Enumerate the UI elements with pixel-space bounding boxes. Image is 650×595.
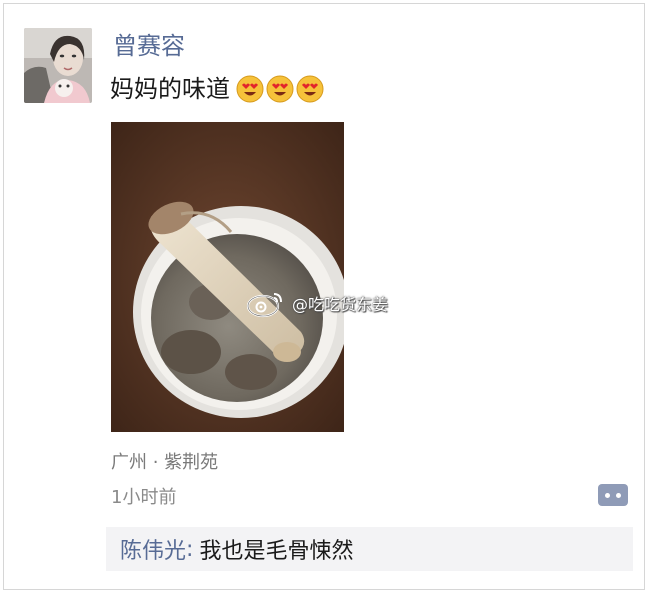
heart-eyes-icon [296,75,324,103]
avatar[interactable] [24,28,92,103]
post-text-row: 妈妈的味道 [110,72,324,106]
post-location[interactable]: 广州 · 紫荆苑 [111,448,218,474]
comment-like-button[interactable] [598,484,628,506]
watermark-text: @吃吃货东姜 [292,295,389,314]
more-dots-icon [605,492,610,498]
comment-author[interactable]: 陈伟光 [120,533,186,565]
weibo-watermark: @吃吃货东姜 [246,288,388,318]
post-photo[interactable] [111,122,344,432]
comment-text: 我也是毛骨悚然 [199,539,354,564]
heart-eyes-icon [266,75,294,103]
post-text: 妈妈的味道 [110,75,230,103]
emoji-group [234,75,324,103]
post-timestamp: 1小时前 [111,487,177,508]
heart-eyes-icon [236,75,264,103]
more-dots-icon [616,492,621,498]
weibo-logo-icon [246,293,282,318]
comment-separator: : [186,536,194,562]
post-author-name[interactable]: 曾赛容 [113,30,185,62]
comment-list: 陈伟光 : 我也是毛骨悚然 [106,527,633,571]
